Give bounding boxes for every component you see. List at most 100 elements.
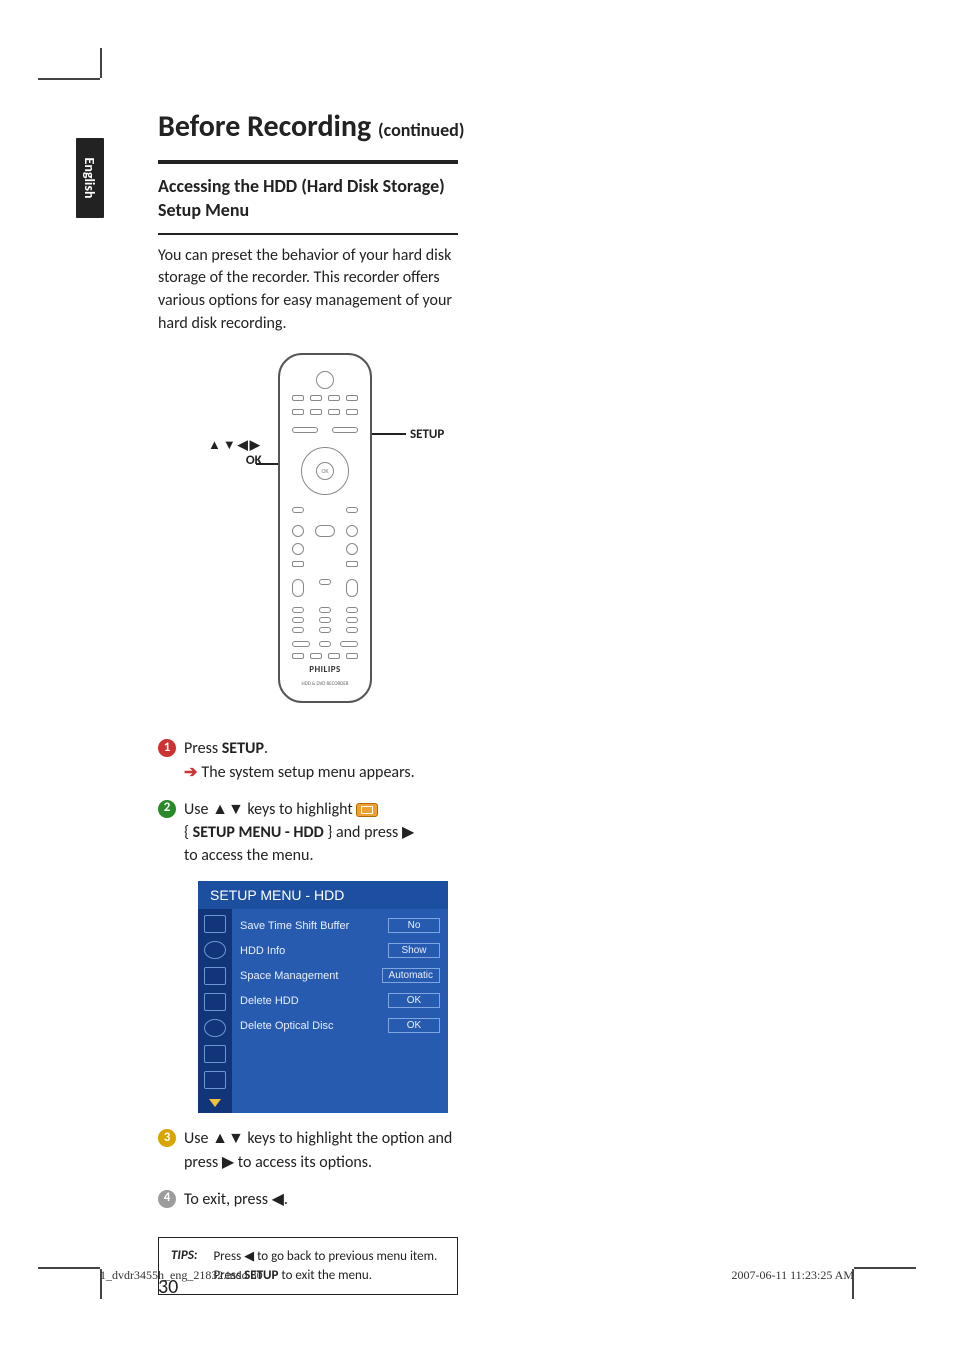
up-down-arrows-icon: ▲▼ [212,1130,244,1147]
remote-button-icon [292,525,304,537]
text: } and press [324,823,402,842]
title-sub: (continued) [378,119,464,141]
remote-button-icon [292,543,304,555]
remote-button-icon [346,653,358,659]
remote-label-setup: SETUP [410,427,444,442]
up-down-arrows-icon: ▲▼ [212,801,244,818]
step-1: 1 Press SETUP. [158,737,458,760]
osd-row-label: Delete Optical Disc [240,1020,334,1032]
remote-button-icon [328,653,340,659]
osd-row: Delete HDD OK [238,988,442,1013]
remote-button-icon [346,507,358,513]
step-1-result: ➔The system setup menu appears. [184,761,458,784]
remote-ok-icon: OK [316,462,334,480]
remote-button-icon [346,607,358,613]
osd-icon [204,1045,226,1063]
osd-row-value: No [388,918,440,933]
ok-label: OK [208,453,262,468]
remote-button-icon [292,653,304,659]
remote-button-icon [346,627,358,633]
tips-box: TIPS: Press ◀ to go back to previous men… [158,1237,458,1295]
osd-row-value: OK [388,993,440,1008]
remote-sub-label: HDD & DVD RECORDER [280,681,370,687]
step-2: 2 Use ▲▼ keys to highlight { SETUP MENU … [158,798,458,868]
step-badge-2: 2 [158,800,176,818]
remote-led-icon [316,371,334,389]
remote-button-icon [319,641,331,647]
right-arrow-icon: ▶ [222,1154,234,1171]
rule [158,233,458,235]
right-arrow-icon: ▶ [402,824,414,841]
remote-button-icon [292,507,304,513]
language-tab: English [76,138,104,218]
text: keys to highlight [244,800,357,819]
text: Use [184,800,212,819]
osd-row-value: Automatic [382,968,440,983]
remote-button-icon [346,395,358,401]
step-badge-3: 3 [158,1129,176,1147]
osd-icon [204,941,226,959]
step-badge-1: 1 [158,739,176,757]
text: { [184,823,193,842]
step-3: 3 Use ▲▼ keys to highlight the option an… [158,1127,458,1173]
osd-row: Space Management Automatic [238,963,442,988]
text: Press [213,1249,244,1264]
remote-button-icon [292,409,304,415]
osd-selector-icon [209,1099,221,1107]
left-arrow-icon: ◀ [272,1191,284,1208]
leader-line [370,433,406,435]
arrows-icon: ▲▼◀▶ [208,437,262,453]
remote-button-icon [319,627,331,633]
remote-button-icon [310,395,322,401]
osd-icon [204,1019,226,1037]
osd-icon-strip [198,909,232,1113]
osd-row-value: OK [388,1018,440,1033]
osd-setup-menu: SETUP MENU - HDD Save Time Shift Buffer … [198,881,448,1113]
osd-icon [204,967,226,985]
intro-paragraph: You can preset the behavior of your hard… [158,245,458,336]
osd-rows: Save Time Shift Buffer No HDD Info Show … [232,909,448,1113]
text: to go back to previous menu item. [254,1249,437,1264]
remote-button-icon [346,409,358,415]
remote-button-icon [319,617,331,623]
remote-brand-label: PHILIPS [280,664,370,675]
remote-button-icon [292,427,318,433]
osd-row-label: HDD Info [240,945,285,957]
print-footer: 1_dvdr3455h_eng_21832.indd 30 2007-06-11… [100,1268,854,1283]
remote-button-icon [340,641,358,647]
remote-button-icon [315,525,335,537]
osd-row: HDD Info Show [238,938,442,963]
remote-figure: ▲▼◀▶ OK SETUP [158,353,458,723]
remote-button-icon [346,543,358,555]
title-main: Before Recording [158,108,378,145]
step-4: 4 To exit, press ◀. [158,1188,458,1211]
remote-control-illustration: OK [278,353,372,703]
section-heading: Accessing the HDD (Hard Disk Storage) Se… [158,174,458,223]
remote-button-icon [292,617,304,623]
menu-name-label: SETUP MENU - HDD [193,823,324,842]
osd-row-value: Show [388,943,440,958]
text: to access the menu. [184,846,313,865]
result-arrow-icon: ➔ [184,764,197,781]
remote-button-icon [292,607,304,613]
remote-button-icon [292,579,304,597]
text: Press [184,739,222,758]
remote-button-icon [346,579,358,597]
remote-button-icon [292,641,310,647]
remote-button-icon [328,395,340,401]
remote-button-icon [319,607,331,613]
remote-button-icon [292,627,304,633]
text: to access its options. [234,1153,372,1172]
text: To exit, press [184,1190,272,1209]
osd-icon [204,993,226,1011]
remote-button-icon [292,395,304,401]
remote-label-arrows-ok: ▲▼◀▶ OK [208,437,262,468]
text: . [284,1190,288,1209]
text: Use [184,1129,212,1148]
left-arrow-icon: ◀ [244,1248,254,1263]
tips-line-1: Press ◀ to go back to previous menu item… [213,1246,437,1267]
remote-button-icon [346,617,358,623]
step-badge-4: 4 [158,1190,176,1208]
osd-title: SETUP MENU - HDD [198,881,448,909]
hdd-menu-icon [356,803,378,817]
